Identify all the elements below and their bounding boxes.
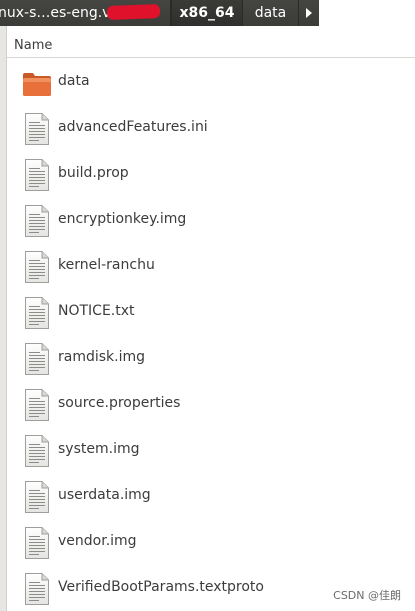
file-row[interactable]: vendor.img	[0, 520, 415, 566]
text-file-icon	[22, 387, 50, 423]
file-name: encryptionkey.img	[58, 211, 187, 227]
folder-icon	[22, 65, 51, 101]
file-name: data	[58, 73, 90, 89]
file-name: advancedFeatures.ini	[58, 119, 208, 135]
file-name: userdata.img	[58, 487, 151, 503]
file-row[interactable]: encryptionkey.img	[0, 198, 415, 244]
path-bar: nux-s…es-eng.v x86_64 data	[0, 0, 415, 26]
file-row[interactable]: ramdisk.img	[0, 336, 415, 382]
file-name: NOTICE.txt	[58, 303, 135, 319]
file-name: ramdisk.img	[58, 349, 146, 365]
breadcrumb-current[interactable]: x86_64	[171, 0, 243, 26]
text-file-icon	[22, 571, 50, 607]
file-name: source.properties	[58, 395, 181, 411]
file-name: vendor.img	[58, 533, 137, 549]
breadcrumb-next-button[interactable]	[299, 0, 319, 26]
breadcrumb-parent-label: nux-s…es-eng.v	[0, 5, 111, 21]
file-name: build.prop	[58, 165, 129, 181]
file-row[interactable]: userdata.img	[0, 474, 415, 520]
text-file-icon	[22, 433, 50, 469]
text-file-icon	[22, 479, 50, 515]
file-row[interactable]: system.img	[0, 428, 415, 474]
text-file-icon	[22, 295, 50, 331]
file-name: system.img	[58, 441, 140, 457]
file-manager-window: nux-s…es-eng.v x86_64 data Name data adva…	[0, 0, 415, 611]
breadcrumb-current-label: x86_64	[179, 5, 235, 21]
file-row[interactable]: advancedFeatures.ini	[0, 106, 415, 152]
column-header-name[interactable]: Name	[7, 34, 415, 58]
chevron-right-icon	[306, 8, 312, 18]
text-file-icon	[22, 525, 50, 561]
file-row[interactable]: kernel-ranchu	[0, 244, 415, 290]
column-header-name-label: Name	[14, 38, 53, 53]
file-name: kernel-ranchu	[58, 257, 155, 273]
file-row[interactable]: source.properties	[0, 382, 415, 428]
file-row[interactable]: build.prop	[0, 152, 415, 198]
text-file-icon	[22, 249, 50, 285]
text-file-icon	[22, 203, 50, 239]
watermark: CSDN @佳朗	[333, 589, 401, 602]
text-file-icon	[22, 341, 50, 377]
file-row[interactable]: data	[0, 60, 415, 106]
file-name: VerifiedBootParams.textproto	[58, 579, 264, 595]
text-file-icon	[22, 111, 50, 147]
breadcrumb-child[interactable]: data	[243, 0, 299, 26]
file-row[interactable]: NOTICE.txt	[0, 290, 415, 336]
path-bar-fill	[319, 0, 415, 26]
text-file-icon	[22, 157, 50, 193]
breadcrumb-child-label: data	[254, 5, 287, 21]
breadcrumb-parent[interactable]: nux-s…es-eng.v	[0, 0, 171, 26]
redaction-mark	[106, 4, 161, 20]
